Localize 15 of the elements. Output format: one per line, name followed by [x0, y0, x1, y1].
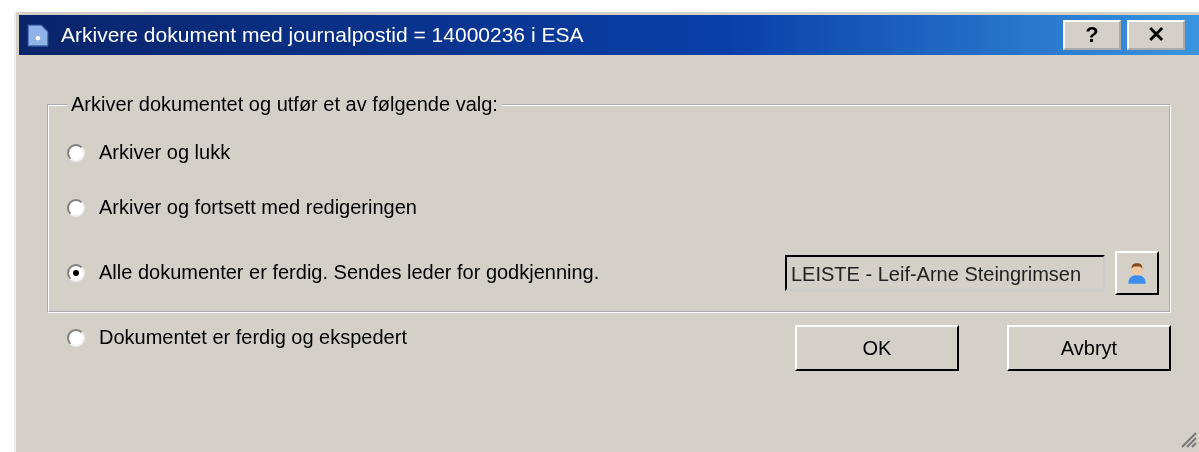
radio-button[interactable] — [67, 263, 85, 282]
close-button[interactable]: ✕ — [1127, 20, 1185, 50]
dialog-button[interactable]: OK — [795, 325, 959, 371]
help-button[interactable]: ? — [1063, 20, 1121, 50]
radio-button[interactable] — [67, 198, 85, 217]
window-title: Arkivere dokument med journalpostid = 14000236 i ESA — [61, 23, 585, 47]
document-icon — [25, 22, 51, 48]
group-label: Arkiver dokumentet og utfør et av følgende valg: — [70, 93, 499, 116]
select-person-button[interactable] — [1115, 250, 1159, 295]
radio-button[interactable] — [67, 328, 85, 347]
option-label: Arkiver og lukk — [99, 141, 231, 164]
approver-field[interactable]: LEISTE - Leif-Arne Steingrimsen — [785, 254, 1105, 291]
radio-option[interactable]: Arkiver og lukk — [67, 141, 231, 164]
dialog-button[interactable]: Avbryt — [1007, 325, 1171, 371]
radio-button[interactable] — [67, 143, 85, 162]
